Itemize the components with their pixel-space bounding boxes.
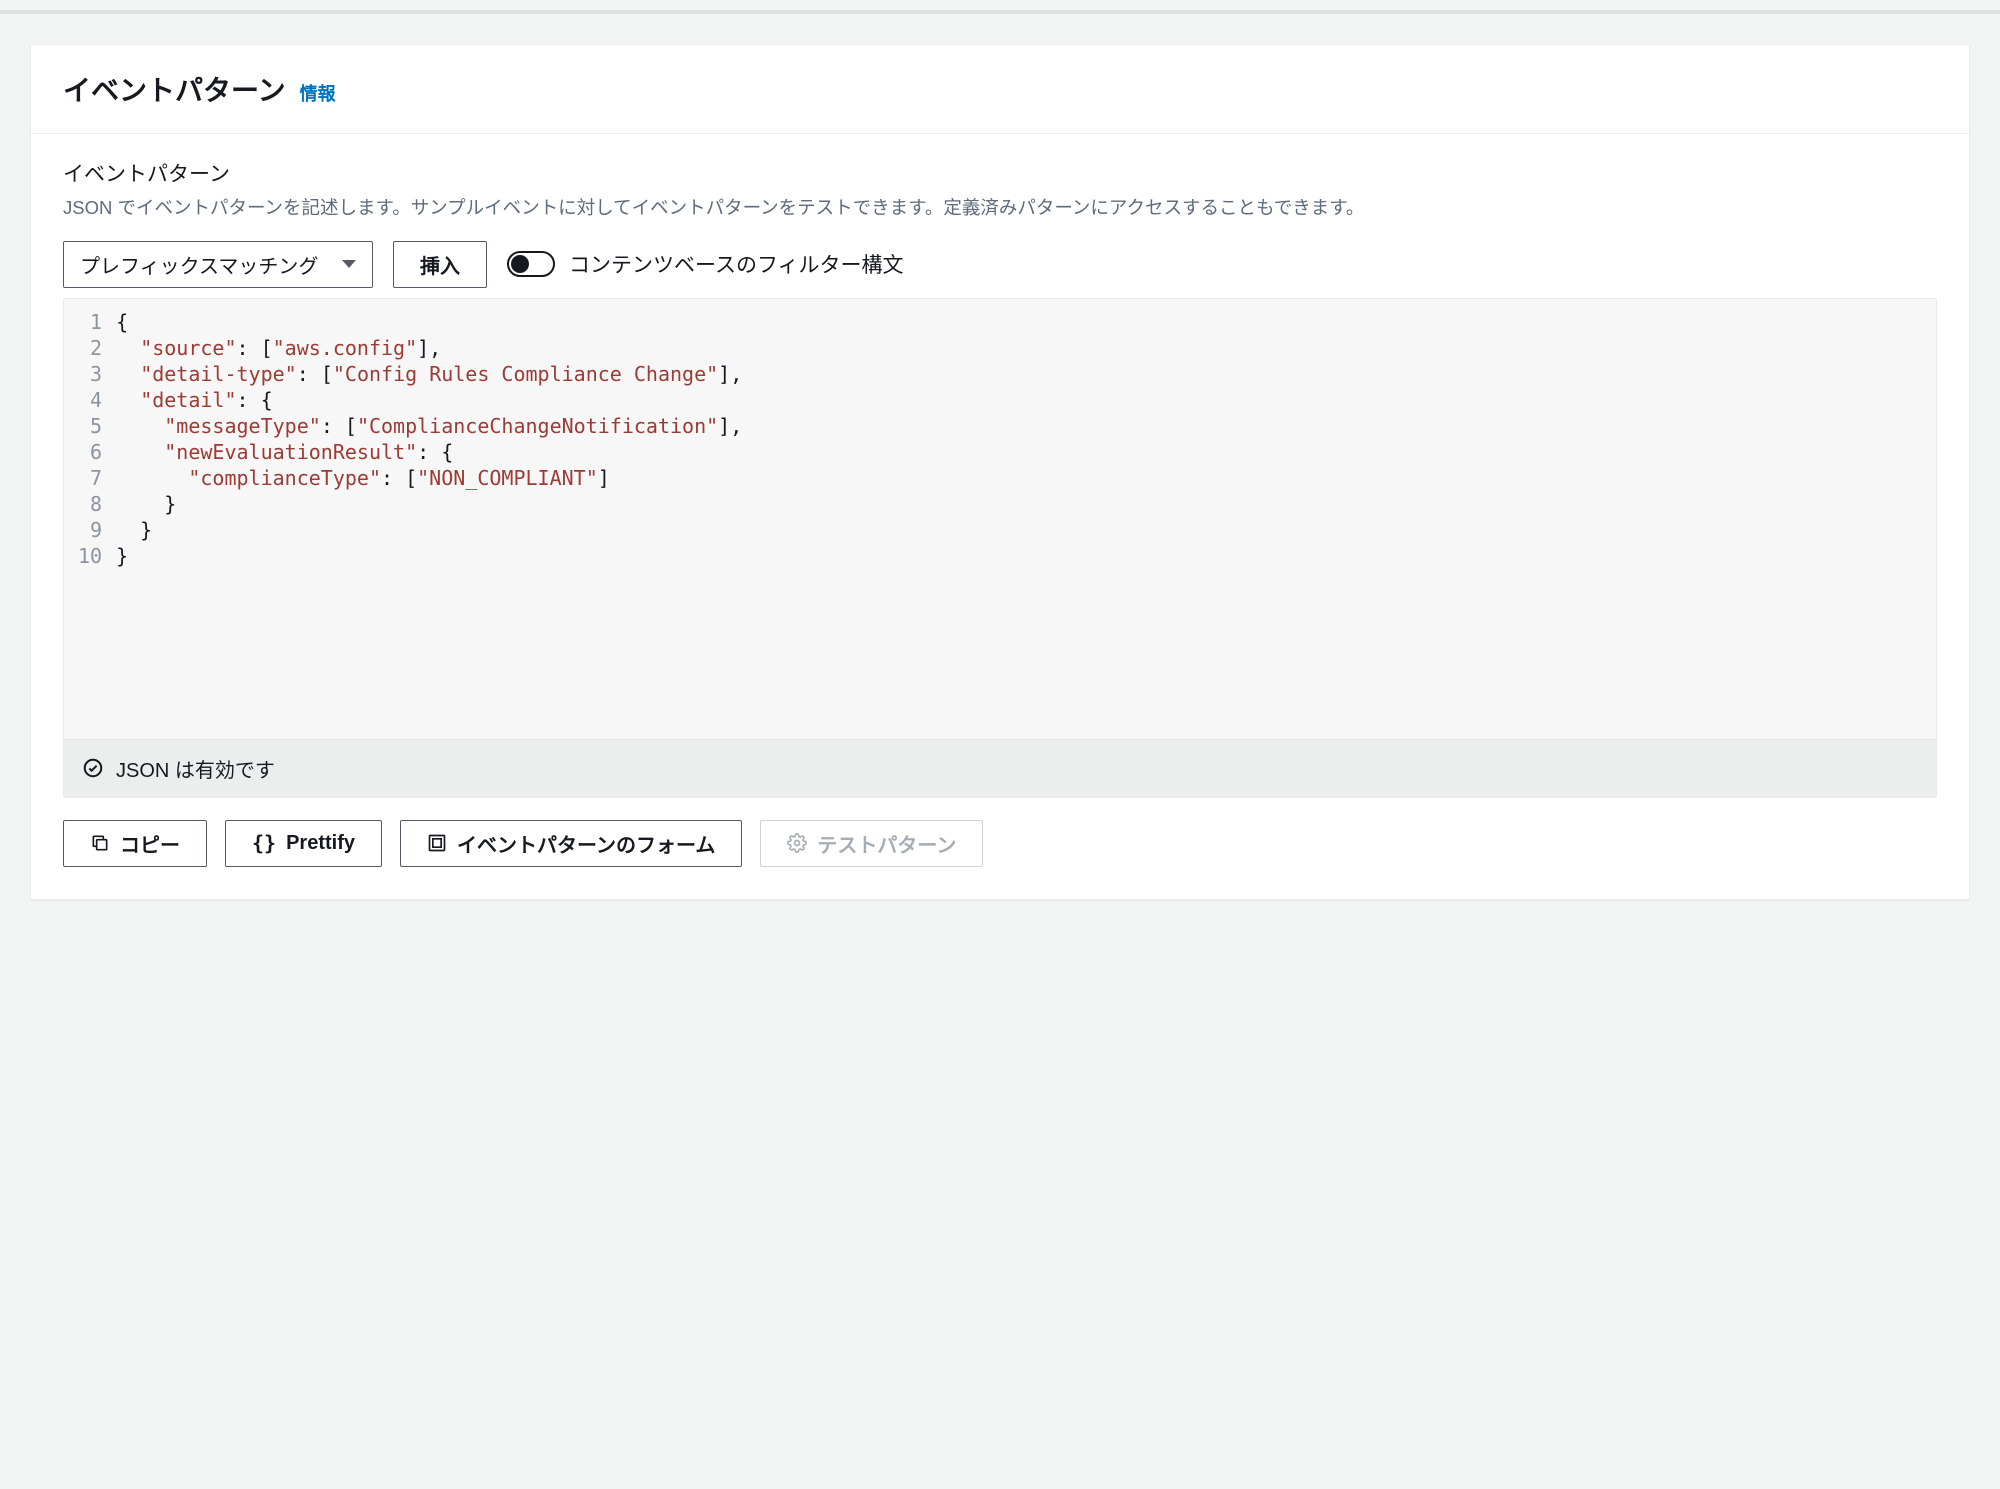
prettify-label: Prettify: [286, 832, 355, 855]
editor-status-bar: JSON は有効です: [64, 739, 1936, 797]
pattern-form-label: イベントパターンのフォーム: [457, 829, 715, 858]
pattern-form-button[interactable]: イベントパターンのフォーム: [400, 820, 742, 867]
code-area[interactable]: 12345678910 { "source": ["aws.config"], …: [64, 299, 1936, 739]
section-label: イベントパターン: [63, 158, 1937, 188]
code-content[interactable]: { "source": ["aws.config"], "detail-type…: [112, 299, 752, 739]
braces-icon: {}: [252, 831, 276, 855]
gear-icon: [787, 833, 807, 853]
line-number: 8: [78, 491, 102, 517]
caret-down-icon: [342, 260, 356, 268]
status-text: JSON は有効です: [116, 754, 275, 783]
line-number: 7: [78, 465, 102, 491]
line-number: 4: [78, 387, 102, 413]
line-number: 5: [78, 413, 102, 439]
toggle-knob: [511, 255, 529, 273]
code-line: }: [116, 491, 742, 517]
insert-button[interactable]: 挿入: [393, 241, 487, 288]
line-number: 3: [78, 361, 102, 387]
copy-icon: [90, 833, 110, 853]
line-number: 2: [78, 335, 102, 361]
form-icon: [427, 833, 447, 853]
test-pattern-button[interactable]: テストパターン: [760, 820, 983, 867]
dropdown-label: プレフィックスマッチング: [80, 250, 318, 279]
section-description: JSON でイベントパターンを記述します。サンプルイベントに対してイベントパター…: [63, 194, 1937, 223]
code-line: "source": ["aws.config"],: [116, 335, 742, 361]
code-line: }: [116, 543, 742, 569]
copy-label: コピー: [120, 829, 180, 858]
json-editor: 12345678910 { "source": ["aws.config"], …: [63, 298, 1937, 798]
filter-syntax-toggle[interactable]: [507, 251, 555, 277]
panel-body: イベントパターン JSON でイベントパターンを記述します。サンプルイベントに対…: [31, 134, 1969, 899]
code-line: "complianceType": ["NON_COMPLIANT"]: [116, 465, 742, 491]
panel-header: イベントパターン 情報: [31, 45, 1969, 134]
code-line: "newEvaluationResult": {: [116, 439, 742, 465]
prettify-button[interactable]: {} Prettify: [225, 820, 382, 867]
filter-syntax-toggle-wrap: コンテンツベースのフィルター構文: [507, 249, 904, 279]
test-pattern-label: テストパターン: [817, 829, 956, 858]
code-line: "messageType": ["ComplianceChangeNotific…: [116, 413, 742, 439]
code-line: "detail": {: [116, 387, 742, 413]
line-gutter: 12345678910: [64, 299, 112, 739]
info-link[interactable]: 情報: [300, 80, 336, 106]
line-number: 10: [78, 543, 102, 569]
event-pattern-panel: イベントパターン 情報 イベントパターン JSON でイベントパターンを記述しま…: [30, 44, 1970, 900]
insert-button-label: 挿入: [420, 250, 460, 279]
controls-row: プレフィックスマッチング 挿入 コンテンツベースのフィルター構文: [63, 241, 1937, 288]
code-line: "detail-type": ["Config Rules Compliance…: [116, 361, 742, 387]
prefix-matching-dropdown[interactable]: プレフィックスマッチング: [63, 241, 373, 288]
code-line: {: [116, 309, 742, 335]
line-number: 1: [78, 309, 102, 335]
filter-syntax-label: コンテンツベースのフィルター構文: [569, 249, 904, 279]
panel-title: イベントパターン: [63, 69, 286, 109]
check-circle-icon: [82, 757, 104, 779]
line-number: 6: [78, 439, 102, 465]
code-line: }: [116, 517, 742, 543]
top-divider: [0, 10, 2000, 14]
action-row: コピー {} Prettify イベントパターンのフォーム テストパターン: [63, 820, 1937, 867]
line-number: 9: [78, 517, 102, 543]
copy-button[interactable]: コピー: [63, 820, 207, 867]
